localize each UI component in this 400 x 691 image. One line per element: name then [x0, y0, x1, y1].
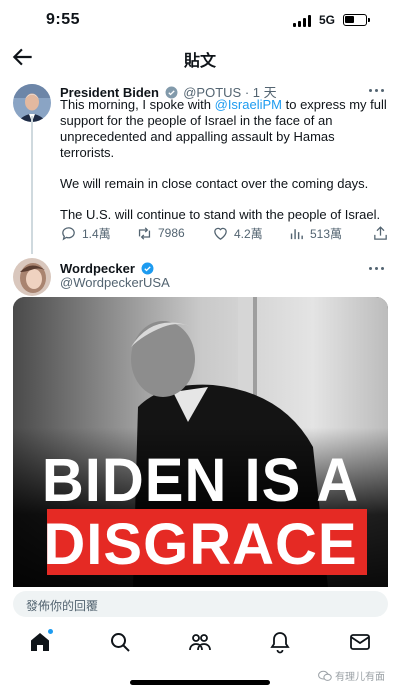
tweet-actions: 1.4萬 7986 4.2萬 513萬	[60, 223, 390, 243]
reply-author-handle[interactable]: @WordpeckerUSA	[60, 275, 170, 290]
verified-badge-icon	[141, 262, 153, 275]
mention-link[interactable]: @IsraeliPM	[215, 97, 282, 112]
share-button[interactable]	[372, 223, 389, 243]
tab-search[interactable]	[108, 630, 132, 654]
more-options-button[interactable]	[368, 86, 386, 96]
messages-icon	[350, 634, 370, 650]
like-count: 4.2萬	[234, 226, 263, 241]
watermark: 有理儿有面	[318, 668, 385, 683]
watermark-text: 有理儿有面	[335, 672, 385, 683]
reply-author-row: Wordpecker	[60, 261, 156, 276]
thread-line	[31, 116, 33, 254]
notifications-icon	[270, 632, 290, 654]
image-banner-text: DISGRACE	[43, 512, 358, 577]
views-button[interactable]: 513萬	[288, 223, 342, 243]
retweet-count: 7986	[158, 226, 185, 240]
reply-more-options-button[interactable]	[368, 264, 386, 274]
notification-dot	[48, 629, 53, 634]
like-button[interactable]: 4.2萬	[212, 223, 263, 243]
views-icon	[290, 228, 303, 239]
reply-handle-row: @WordpeckerUSA	[60, 275, 170, 290]
tweet-paragraph: The U.S. will continue to stand with the…	[60, 207, 381, 222]
tweet-paragraph: We will remain in close contact over the…	[60, 176, 369, 191]
reply-count: 1.4萬	[82, 226, 111, 241]
search-icon	[111, 633, 130, 652]
reply-input-placeholder: 發佈你的回覆	[26, 599, 99, 613]
communities-icon	[189, 634, 211, 651]
tab-home[interactable]	[28, 629, 53, 654]
chat-bubble-icon	[318, 670, 332, 681]
view-count: 513萬	[310, 226, 343, 241]
home-indicator	[130, 680, 270, 685]
heart-icon	[214, 227, 227, 240]
image-headline-text: BIDEN IS A	[41, 446, 360, 515]
tab-communities[interactable]	[188, 630, 212, 654]
share-icon	[374, 225, 387, 240]
tweet-text: This morning, I spoke with @IsraeliPM to…	[60, 97, 390, 238]
main-tweet[interactable]: President Biden @POTUS · 1 天 This mornin…	[0, 0, 400, 260]
tweet-text-fragment: This morning, I spoke with	[60, 97, 215, 112]
tab-messages[interactable]	[348, 630, 372, 654]
reply-input[interactable]: 發佈你的回覆	[13, 591, 388, 617]
reply-avatar[interactable]	[13, 258, 51, 296]
reply-author-name[interactable]: Wordpecker	[60, 261, 135, 276]
tweet-image[interactable]: BIDEN IS A DISGRACE	[13, 297, 388, 587]
retweet-button[interactable]: 7986	[136, 223, 185, 243]
bottom-tab-bar	[0, 622, 400, 662]
tweet-paragraph: This morning, I spoke with @IsraeliPM to…	[60, 97, 390, 161]
reply-icon	[62, 226, 75, 241]
tab-notifications[interactable]	[268, 630, 292, 654]
retweet-icon	[138, 226, 151, 240]
reply-button[interactable]: 1.4萬	[60, 223, 111, 243]
